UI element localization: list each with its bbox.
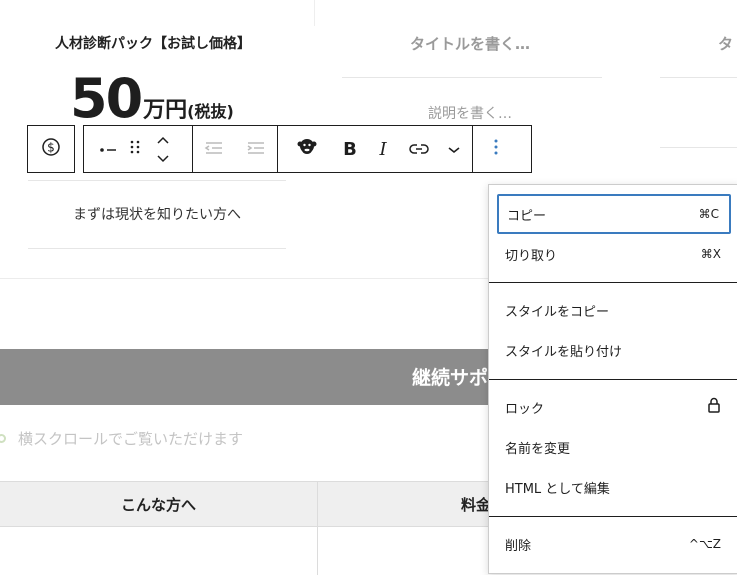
scroll-hint: 横スクロールでご覧いただけます [0,428,243,449]
link-icon [409,140,429,159]
italic-button[interactable]: I [364,126,402,172]
outdent-icon [204,140,224,159]
shortcut-text: ⌘X [700,247,721,261]
description-placeholder[interactable]: 説明を書く… [340,103,600,123]
divider [28,248,286,249]
card-subtitle[interactable]: まずは現状を知りたい方へ [28,204,286,224]
menu-item-lock[interactable]: ロック [497,387,731,427]
menu-item-rename[interactable]: 名前を変更 [497,427,731,467]
price-tax: (税抜) [187,102,234,121]
lock-icon [707,397,721,417]
banner-title: 継続サポ [412,367,489,389]
price-unit: 万円 [143,98,188,123]
menu-item-label: コピー [507,208,547,224]
chevron-down-icon [447,140,461,159]
indent-button[interactable] [235,126,277,172]
table-header-cell[interactable]: こんな方へ [0,494,317,515]
menu-item-copy[interactable]: コピー ⌘C [497,194,731,234]
menu-separator [489,282,737,283]
dollar-circle-icon: $ [41,137,61,161]
card-title[interactable]: 人材診断パック【お試し価格】 [0,33,306,53]
block-type-button[interactable]: $ [28,126,74,172]
move-buttons [146,126,180,172]
menu-item-copy-style[interactable]: スタイルをコピー [497,290,731,330]
plugin-button[interactable] [278,126,336,172]
menu-item-label: 切り取り [505,248,558,264]
options-button[interactable] [473,126,519,172]
svg-text:$: $ [47,141,55,155]
title-placeholder[interactable]: タイトルを書く… [340,33,600,54]
menu-item-paste-style[interactable]: スタイルを貼り付け [497,330,731,370]
more-formatting-button[interactable] [436,126,472,172]
divider [660,77,737,78]
drag-handle[interactable] [124,126,146,172]
menu-item-edit-html[interactable]: HTML として編集 [497,467,731,507]
list-button[interactable] [94,126,124,172]
table-header-cell[interactable]: 料金 [461,494,491,515]
block-toolbar: B I [83,125,532,173]
menu-item-delete[interactable]: 削除 ^⌥Z [497,524,731,564]
menu-item-label: HTML として編集 [505,481,610,497]
column-divider [314,0,315,26]
link-button[interactable] [402,126,436,172]
scroll-hint-text: 横スクロールでご覧いただけます [18,430,244,448]
divider [660,147,737,148]
price[interactable]: 50 万円 (税抜) [70,68,234,130]
move-down-icon[interactable] [156,149,170,168]
block-type-toolbar: $ [27,125,75,173]
menu-item-label: スタイルをコピー [505,304,610,320]
price-number: 50 [70,67,143,130]
menu-item-cut[interactable]: 切り取り ⌘X [497,234,731,274]
shortcut-text: ⌘C [698,207,719,221]
block-options-menu: コピー ⌘C 切り取り ⌘X スタイルをコピー スタイルを貼り付け ロック 名前… [488,184,737,574]
italic-icon: I [379,138,387,160]
menu-separator [489,379,737,380]
list-icon [99,140,119,159]
menu-separator [489,516,737,517]
menu-item-label: 削除 [505,538,532,554]
outdent-button[interactable] [193,126,235,172]
bold-icon: B [343,138,357,160]
drag-handle-icon [129,139,141,159]
title-placeholder-col3[interactable]: タ [718,33,733,54]
bold-button[interactable]: B [336,126,364,172]
menu-item-label: 名前を変更 [505,441,571,457]
divider [342,77,602,78]
move-up-icon[interactable] [156,130,170,149]
gorilla-icon [296,136,318,162]
menu-item-label: スタイルを貼り付け [505,344,623,360]
table-column-divider [317,481,318,575]
divider [28,180,286,181]
scroll-indicator-icon [0,434,6,443]
shortcut-text: ^⌥Z [688,537,721,551]
more-options-icon [493,138,499,160]
menu-item-label: ロック [505,401,545,417]
indent-icon [246,140,266,159]
